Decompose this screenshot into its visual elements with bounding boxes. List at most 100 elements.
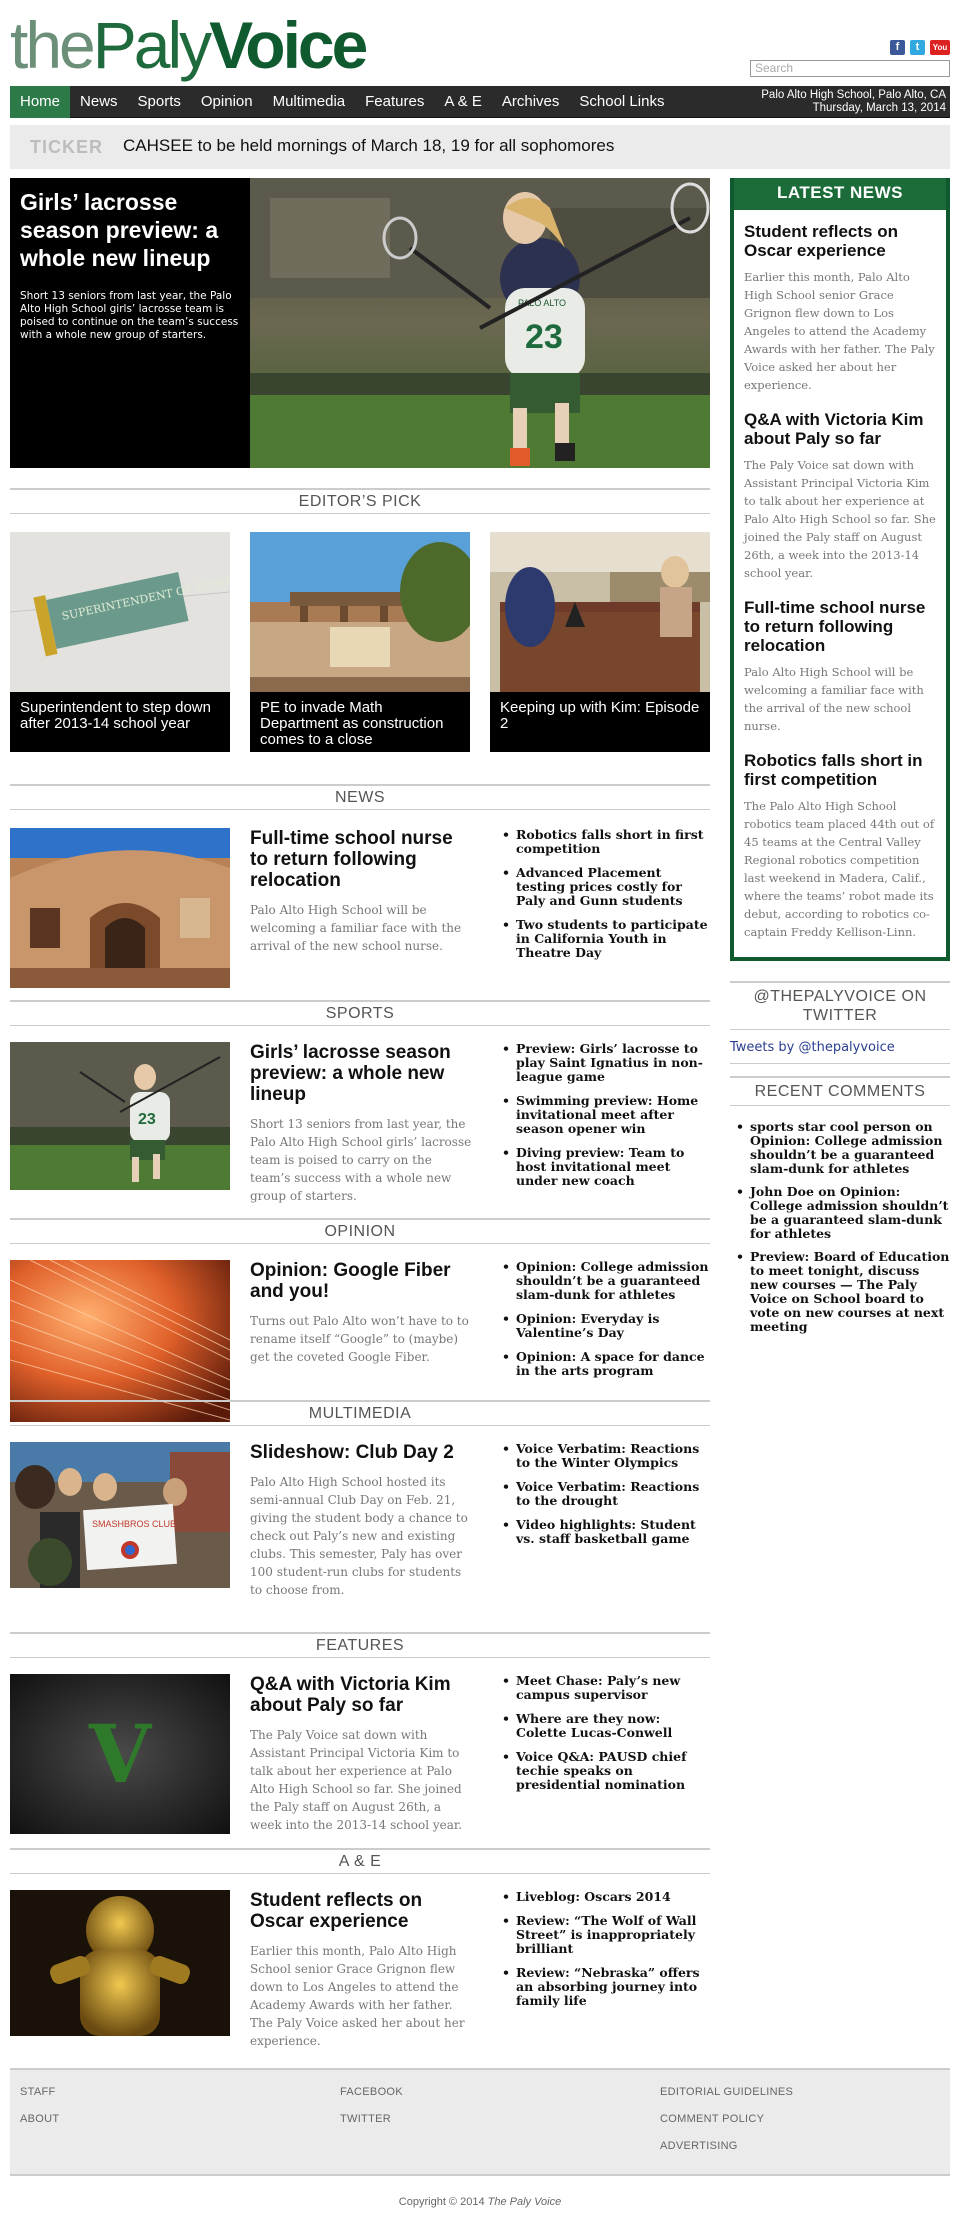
facebook-icon[interactable]: f (890, 40, 905, 55)
news-links: Robotics falls short in first competitio… (500, 828, 710, 970)
latest-news-excerpt: The Palo Alto High School robotics team … (744, 799, 935, 939)
opinion-link[interactable]: Opinion: College admission shouldn’t be … (500, 1260, 710, 1302)
news-lead: Full-time school nurse to return followi… (250, 828, 475, 955)
multimedia-link[interactable]: Voice Verbatim: Reactions to the drought (500, 1480, 710, 1508)
footer-link-about[interactable]: ABOUT (20, 2113, 59, 2126)
nav-item-home[interactable]: Home (10, 86, 71, 118)
nav-item-multimedia[interactable]: Multimedia (263, 86, 356, 118)
latest-news-box: LATEST NEWS Student reflects on Oscar ex… (730, 178, 950, 961)
features-lead: Q&A with Victoria Kim about Paly so far … (250, 1674, 475, 1834)
opinion-lead-excerpt: Turns out Palo Alto won’t have to to ren… (250, 1314, 469, 1364)
opinion-link[interactable]: Opinion: Everyday is Valentine’s Day (500, 1312, 710, 1340)
multimedia-lead-excerpt: Palo Alto High School hosted its semi-an… (250, 1475, 468, 1597)
sidebar: LATEST NEWS Student reflects on Oscar ex… (730, 178, 950, 1343)
latest-news-title[interactable]: Student reflects on Oscar experience (744, 222, 936, 260)
latest-news-title[interactable]: Robotics falls short in first competitio… (744, 751, 936, 789)
twitter-icon[interactable]: t (910, 40, 925, 55)
ticker-label: TICKER (30, 137, 103, 157)
editors-pick-image (490, 532, 710, 692)
footer-link-twitter[interactable]: TWITTER (340, 2113, 403, 2126)
sports-link[interactable]: Preview: Girls’ lacrosse to play Saint I… (500, 1042, 710, 1084)
opinion-link[interactable]: Opinion: A space for dance in the arts p… (500, 1350, 710, 1378)
multimedia-image[interactable]: SMASHBROS CLUB (10, 1442, 230, 1588)
site-logo[interactable]: thePalyVoice (10, 10, 368, 80)
opinion-lead: Opinion: Google Fiber and you! Turns out… (250, 1260, 475, 1366)
features-link[interactable]: Voice Q&A: PAUSD chief techie speaks on … (500, 1750, 710, 1792)
editors-pick-image (250, 532, 470, 692)
featured-story[interactable]: Girls’ lacrosse season preview: a whole … (10, 178, 710, 468)
latest-news-heading: LATEST NEWS (734, 178, 946, 210)
sign-text: SMASHBROS CLUB (92, 1519, 176, 1529)
multimedia-link[interactable]: Voice Verbatim: Reactions to the Winter … (500, 1442, 710, 1470)
latest-news-title[interactable]: Full-time school nurse to return followi… (744, 598, 936, 655)
sports-link[interactable]: Diving preview: Team to host invitationa… (500, 1146, 710, 1188)
youtube-icon[interactable]: You (930, 40, 950, 55)
sports-image[interactable]: 23 (10, 1042, 230, 1190)
multimedia-link[interactable]: Video highlights: Student vs. staff bask… (500, 1518, 710, 1546)
editors-pick-item[interactable]: PE to invade Math Department as construc… (250, 532, 470, 752)
editors-pick-item[interactable]: Keeping up with Kim: Episode 2 (490, 532, 710, 752)
news-ticker: TICKER CAHSEE to be held mornings of Mar… (10, 125, 950, 169)
footer-col: EDITORIAL GUIDELINES COMMENT POLICY ADVE… (660, 2086, 793, 2167)
news-link[interactable]: Robotics falls short in first competitio… (500, 828, 710, 856)
nav-item-sports[interactable]: Sports (128, 86, 191, 118)
ae-link[interactable]: Review: “The Wolf of Wall Street” is ina… (500, 1914, 710, 1956)
features-link[interactable]: Where are they now: Colette Lucas-Conwel… (500, 1712, 710, 1740)
features-image[interactable]: V (10, 1674, 230, 1834)
footer-link-facebook[interactable]: FACEBOOK (340, 2086, 403, 2099)
sports-lead-title[interactable]: Girls’ lacrosse season preview: a whole … (250, 1042, 475, 1105)
footer-link-editorial[interactable]: EDITORIAL GUIDELINES (660, 2086, 793, 2099)
jersey-number: 23 (138, 1111, 156, 1128)
features-links: Meet Chase: Paly’s new campus supervisor… (500, 1674, 710, 1802)
news-lead-title[interactable]: Full-time school nurse to return followi… (250, 828, 475, 891)
editors-pick-caption[interactable]: Superintendent to step down after 2013-1… (10, 692, 230, 752)
search-input[interactable]: Search (750, 60, 950, 77)
footer-link-advertising[interactable]: ADVERTISING (660, 2140, 793, 2153)
footer-link-staff[interactable]: STAFF (20, 2086, 59, 2099)
site-footer: STAFF ABOUT FACEBOOK TWITTER EDITORIAL G… (10, 2068, 950, 2176)
editors-pick-caption[interactable]: PE to invade Math Department as construc… (250, 692, 470, 752)
nav-item-news[interactable]: News (70, 86, 128, 118)
news-link[interactable]: Advanced Placement testing prices costly… (500, 866, 710, 908)
sports-link[interactable]: Swimming preview: Home invitational meet… (500, 1094, 710, 1136)
date-text: Thursday, March 13, 2014 (812, 102, 946, 114)
opinion-lead-title[interactable]: Opinion: Google Fiber and you! (250, 1260, 475, 1302)
features-lead-title[interactable]: Q&A with Victoria Kim about Paly so far (250, 1674, 475, 1716)
multimedia-links: Voice Verbatim: Reactions to the Winter … (500, 1442, 710, 1556)
ae-lead: Student reflects on Oscar experience Ear… (250, 1890, 475, 2050)
ae-image[interactable] (10, 1890, 230, 2036)
sports-lead-excerpt: Short 13 seniors from last year, the Pal… (250, 1117, 472, 1203)
ae-link[interactable]: Review: “Nebraska” offers an absorbing j… (500, 1966, 710, 2008)
multimedia-lead: Slideshow: Club Day 2 Palo Alto High Sch… (250, 1442, 475, 1599)
nav-item-school-links[interactable]: School Links (569, 86, 674, 118)
opinion-image[interactable] (10, 1260, 230, 1422)
nav-item-features[interactable]: Features (355, 86, 434, 118)
editors-pick-caption[interactable]: Keeping up with Kim: Episode 2 (490, 692, 710, 752)
features-lead-excerpt: The Paly Voice sat down with Assistant P… (250, 1728, 463, 1832)
comment-item[interactable]: Preview: Board of Education to meet toni… (730, 1250, 950, 1334)
news-image[interactable] (10, 828, 230, 988)
featured-text: Girls’ lacrosse season preview: a whole … (10, 178, 250, 468)
v-letter: V (88, 1707, 153, 1801)
ae-link[interactable]: Liveblog: Oscars 2014 (500, 1890, 710, 1905)
comment-item[interactable]: sports star cool person on Opinion: Coll… (730, 1120, 950, 1176)
news-link[interactable]: Two students to participate in Californi… (500, 918, 710, 960)
sports-links: Preview: Girls’ lacrosse to play Saint I… (500, 1042, 710, 1198)
features-link[interactable]: Meet Chase: Paly’s new campus supervisor (500, 1674, 710, 1702)
latest-news-excerpt: Palo Alto High School will be welcoming … (744, 665, 924, 733)
footer-link-comment-policy[interactable]: COMMENT POLICY (660, 2113, 793, 2126)
nav-item-opinion[interactable]: Opinion (191, 86, 263, 118)
featured-title[interactable]: Girls’ lacrosse season preview: a whole … (20, 188, 240, 272)
ae-lead-title[interactable]: Student reflects on Oscar experience (250, 1890, 475, 1932)
recent-comments-list: sports star cool person on Opinion: Coll… (730, 1120, 950, 1334)
multimedia-lead-title[interactable]: Slideshow: Club Day 2 (250, 1442, 475, 1463)
comment-item[interactable]: John Doe on Opinion: College admission s… (730, 1185, 950, 1241)
nav-item-ae[interactable]: A & E (434, 86, 492, 118)
social-links: f t You (890, 40, 950, 55)
tweets-link[interactable]: Tweets by @thepalyvoice (730, 1030, 950, 1064)
featured-image[interactable]: PALO ALTO 23 (250, 178, 710, 468)
ticker-headline[interactable]: CAHSEE to be held mornings of March 18, … (123, 136, 614, 156)
latest-news-title[interactable]: Q&A with Victoria Kim about Paly so far (744, 410, 936, 448)
nav-item-archives[interactable]: Archives (492, 86, 570, 118)
editors-pick-item[interactable]: SUPERINTENDENT OF SCHOOLS Superintendent… (10, 532, 230, 752)
